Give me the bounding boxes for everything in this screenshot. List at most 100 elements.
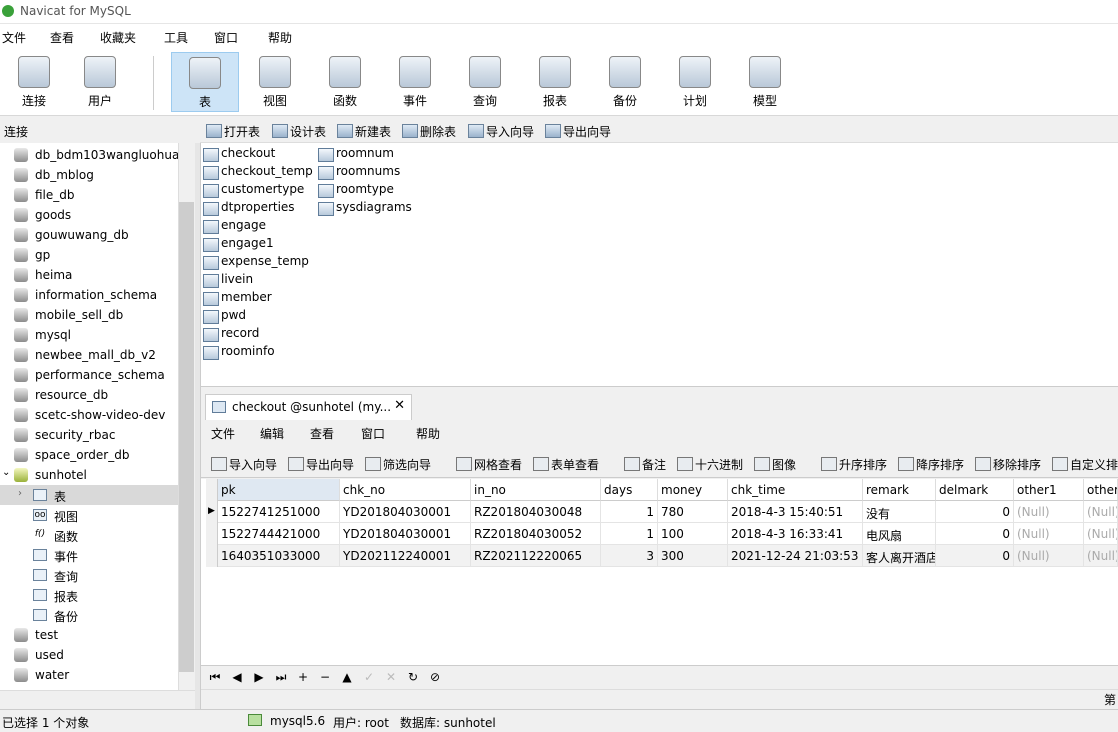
table-item[interactable]: livein — [201, 272, 253, 288]
table-item[interactable]: roomnum — [316, 146, 394, 162]
tree-db-item[interactable]: db_bdm103wangluohua — [0, 145, 179, 165]
hex-button[interactable]: 十六进制 — [677, 456, 743, 473]
next-record-icon[interactable]: ▶ — [251, 670, 267, 684]
table-item[interactable]: sysdiagrams — [316, 200, 412, 216]
grid-cell[interactable]: 1640351033000 — [218, 545, 340, 567]
grid-cell[interactable]: 0 — [936, 545, 1014, 567]
table-item[interactable]: roomtype — [316, 182, 394, 198]
tree-db-item[interactable]: db_mblog — [0, 165, 178, 185]
menu-favorites[interactable]: 收藏夹 — [100, 29, 136, 46]
editor-menu-file[interactable]: 文件 — [211, 425, 235, 442]
close-tab-icon[interactable]: ✕ — [394, 398, 405, 413]
table-item[interactable]: engage — [201, 218, 266, 234]
toolbar-query-button[interactable]: 查询 — [451, 52, 519, 112]
toolbar-report-button[interactable]: 报表 — [521, 52, 589, 112]
tree-db-item[interactable]: goods — [0, 205, 178, 225]
grid-horizontal-scrollbar[interactable]: 第 — [201, 689, 1118, 707]
tree-node-events[interactable]: 事件 — [0, 545, 178, 565]
grid-cell[interactable]: 1522741251000 — [218, 501, 340, 523]
grid-cell[interactable]: (Null) — [1014, 545, 1084, 567]
tree-db-item[interactable]: file_db — [0, 185, 178, 205]
image-button[interactable]: 图像 — [754, 456, 796, 473]
form-view-button[interactable]: 表单查看 — [533, 456, 599, 473]
tree-db-item[interactable]: security_rbac — [0, 425, 178, 445]
last-record-icon[interactable]: ⏭ — [273, 670, 289, 685]
column-header[interactable]: other1 — [1014, 479, 1084, 501]
tree-node-backups[interactable]: 备份 — [0, 605, 178, 625]
grid-cell[interactable]: 0 — [936, 523, 1014, 545]
toolbar-user-button[interactable]: 用户 — [66, 52, 134, 112]
tree-node-reports[interactable]: 报表 — [0, 585, 178, 605]
stop-icon[interactable]: ⊘ — [427, 670, 443, 684]
sort-descending-button[interactable]: 降序排序 — [898, 456, 964, 473]
collapse-chevron-icon[interactable]: ⌄ — [2, 467, 10, 478]
editor-menu-edit[interactable]: 编辑 — [260, 425, 284, 442]
open-table-button[interactable]: 打开表 — [206, 123, 260, 140]
column-header[interactable]: pk — [218, 479, 340, 501]
tree-db-item[interactable]: resource_db — [0, 385, 178, 405]
tab-checkout[interactable]: checkout @sunhotel (my... ✕ — [205, 394, 412, 420]
apply-changes-icon[interactable]: ✓ — [361, 670, 377, 684]
tree-db-item[interactable]: water — [0, 665, 178, 685]
discard-changes-icon[interactable]: ✕ — [383, 670, 399, 684]
export-wizard-button[interactable]: 导出向导 — [545, 123, 611, 140]
tree-db-item[interactable]: gp — [0, 245, 178, 265]
tree-db-item[interactable]: performance_schema — [0, 365, 178, 385]
grid-cell[interactable]: (Null) — [1084, 523, 1118, 545]
table-item[interactable]: checkout_temp — [201, 164, 313, 180]
grid-cell[interactable]: YD201804030001 — [340, 501, 471, 523]
grid-export-wizard-button[interactable]: 导出向导 — [288, 456, 354, 473]
column-header[interactable]: chk_no — [340, 479, 471, 501]
sort-ascending-button[interactable]: 升序排序 — [821, 456, 887, 473]
column-header[interactable]: remark — [863, 479, 936, 501]
tree-node-functions[interactable]: f() 函数 — [0, 525, 178, 545]
editor-menu-view[interactable]: 查看 — [310, 425, 334, 442]
grid-cell[interactable]: 1522744421000 — [218, 523, 340, 545]
table-item[interactable]: member — [201, 290, 272, 306]
grid-cell[interactable]: 1 — [601, 501, 658, 523]
memo-button[interactable]: 备注 — [624, 456, 666, 473]
menu-view[interactable]: 查看 — [50, 29, 74, 46]
grid-cell[interactable]: (Null) — [1014, 501, 1084, 523]
grid-cell[interactable]: 780 — [658, 501, 728, 523]
grid-cell[interactable]: 100 — [658, 523, 728, 545]
column-header[interactable]: chk_time — [728, 479, 863, 501]
table-item[interactable]: dtproperties — [201, 200, 295, 216]
tree-db-item[interactable]: mysql — [0, 325, 178, 345]
tree-db-item[interactable]: space_order_db — [0, 445, 178, 465]
grid-import-wizard-button[interactable]: 导入向导 — [211, 456, 277, 473]
menu-tools[interactable]: 工具 — [164, 29, 188, 46]
table-item[interactable]: record — [201, 326, 259, 342]
table-item-checkout[interactable]: checkout — [201, 146, 275, 162]
grid-cell[interactable]: YD202112240001 — [340, 545, 471, 567]
grid-cell[interactable]: YD201804030001 — [340, 523, 471, 545]
tree-node-queries[interactable]: 查询 — [0, 565, 178, 585]
tree-db-item[interactable]: heima — [0, 265, 178, 285]
editor-menu-help[interactable]: 帮助 — [416, 425, 440, 442]
menu-help[interactable]: 帮助 — [268, 29, 292, 46]
filter-wizard-button[interactable]: 筛选向导 — [365, 456, 431, 473]
grid-cell[interactable]: 3 — [601, 545, 658, 567]
grid-cell[interactable]: 电风扇 — [863, 523, 936, 545]
grid-cell[interactable]: (Null) — [1084, 501, 1118, 523]
grid-cell[interactable]: RZ201804030048 — [471, 501, 601, 523]
editor-menu-window[interactable]: 窗口 — [361, 425, 385, 442]
grid-cell[interactable]: 2018-4-3 15:40:51 — [728, 501, 863, 523]
grid-cell[interactable]: (Null) — [1014, 523, 1084, 545]
tree-scrollbar-thumb[interactable] — [179, 202, 194, 672]
column-header[interactable]: money — [658, 479, 728, 501]
tree-db-item[interactable]: information_schema — [0, 285, 178, 305]
grid-cell[interactable]: 1 — [601, 523, 658, 545]
tree-db-item[interactable]: gouwuwang_db — [0, 225, 178, 245]
import-wizard-button[interactable]: 导入向导 — [468, 123, 534, 140]
toolbar-table-button[interactable]: 表 — [171, 52, 239, 112]
grid-cell[interactable]: (Null) — [1084, 545, 1118, 567]
custom-sort-button[interactable]: 自定义排 — [1052, 456, 1118, 473]
tree-db-item[interactable]: test — [0, 625, 178, 645]
tree-db-item[interactable]: newbee_mall_db_v2 — [0, 345, 178, 365]
menu-file[interactable]: 文件 — [2, 29, 26, 46]
delete-record-icon[interactable]: − — [317, 670, 333, 684]
tree-db-sunhotel[interactable]: ⌄ sunhotel — [0, 465, 178, 485]
grid-cell[interactable]: 2021-12-24 21:03:53 — [728, 545, 863, 567]
toolbar-schedule-button[interactable]: 计划 — [661, 52, 729, 112]
